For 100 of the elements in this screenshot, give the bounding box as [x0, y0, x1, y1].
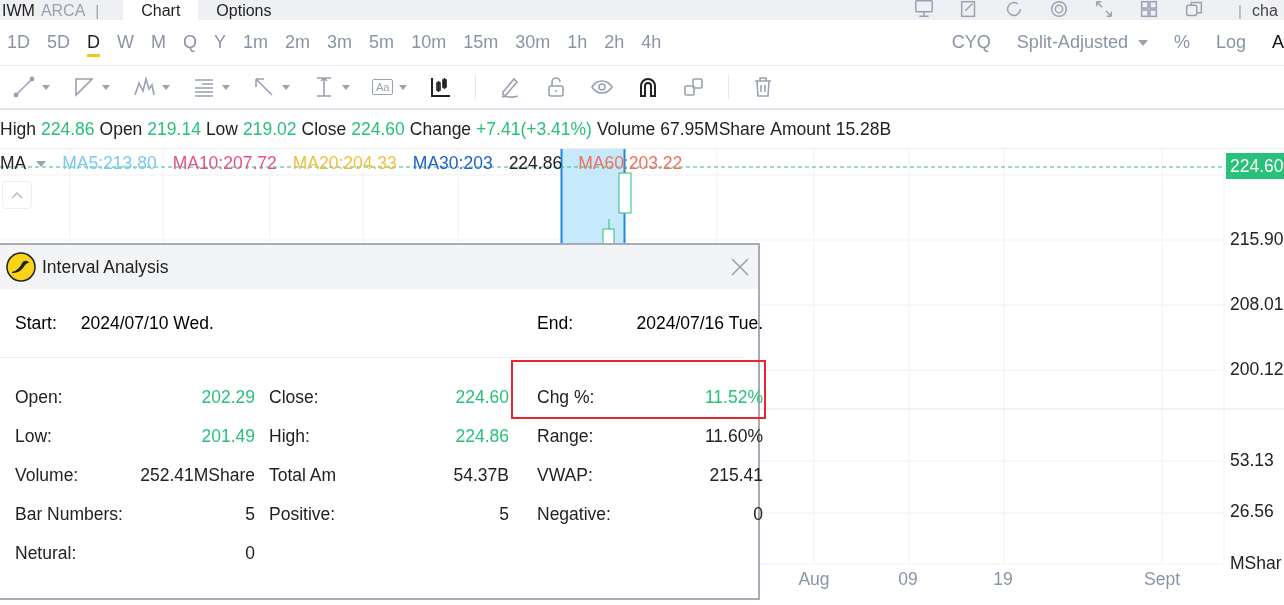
stat-label: Volume: [15, 465, 79, 486]
stat-label: Open: [15, 387, 63, 408]
chart-option[interactable]: % [1173, 32, 1190, 53]
period-tab[interactable]: 30m [515, 28, 551, 57]
caret-icon[interactable] [42, 84, 50, 90]
chevron-up-icon[interactable] [11, 191, 23, 199]
stat-value: 0 [753, 504, 763, 525]
tab[interactable]: Options [198, 0, 290, 20]
account-label[interactable]: cha [1252, 2, 1284, 20]
period-tab[interactable]: 4h [641, 28, 662, 57]
quote-label: Change [409, 118, 472, 140]
monitor-icon[interactable] [913, 0, 936, 20]
quote-value: 219.14 [147, 118, 201, 140]
period-tab[interactable]: 1m [243, 28, 269, 57]
volume-axis-label: 26.56 [1230, 501, 1274, 522]
chart-option[interactable]: A [1272, 32, 1284, 53]
price-axis-label: 215.90 [1230, 229, 1284, 250]
period-tab[interactable]: 10m [411, 28, 447, 57]
chart-option[interactable]: Log [1215, 32, 1246, 53]
time-axis-label: 19 [993, 569, 1013, 590]
quote-label: Volume [596, 118, 656, 140]
quote-label: High [0, 118, 36, 140]
quote-label: Low [205, 118, 238, 140]
last-price-tag: 224.60 [1226, 153, 1284, 179]
stat-label: Negative: [537, 504, 611, 525]
stat-value: 224.86 [455, 426, 509, 447]
volume-axis-label: 53.13 [1230, 450, 1274, 471]
tab[interactable]: Chart [123, 0, 199, 20]
triangle-tool-icon[interactable] [72, 75, 96, 99]
period-tab[interactable]: M [151, 28, 167, 57]
field-label: End: [537, 312, 573, 334]
stat-value: 201.49 [201, 426, 255, 447]
period-tab[interactable]: 3m [327, 28, 353, 57]
start-date: 2024/07/10 Wed. [80, 312, 214, 334]
stat-label: Bar Numbers: [15, 504, 123, 525]
caret-icon[interactable] [399, 84, 408, 90]
quote-value: 15.28B [835, 118, 892, 140]
caret-icon[interactable] [36, 160, 47, 167]
stat-label: Close: [269, 387, 319, 408]
close-icon[interactable] [730, 257, 750, 277]
period-tab[interactable]: 15m [463, 28, 499, 57]
line-tool-icon[interactable] [12, 75, 36, 99]
quote-label: Amount [770, 118, 831, 140]
quote-value: 67.95MShare [660, 118, 766, 140]
caret-icon[interactable] [342, 84, 350, 90]
candlestick [618, 170, 632, 214]
indicator-label[interactable]: MA [0, 153, 27, 174]
stat-value: 5 [499, 504, 509, 525]
caret-icon[interactable] [282, 84, 290, 90]
moving-average-value: MA20:204.33 [292, 153, 397, 174]
chart-option[interactable]: CYQ [951, 32, 991, 53]
volume-unit-label: MShar [1230, 553, 1282, 574]
separator-text: | [95, 2, 100, 20]
time-axis-label: 09 [898, 569, 918, 590]
price-axis-label: 200.12 [1230, 359, 1284, 380]
stat-label: Range: [537, 426, 594, 447]
stat-label: Chg %: [537, 387, 595, 408]
stat-value: 252.41MShare [140, 465, 255, 486]
period-tab[interactable]: 1h [567, 28, 588, 57]
period-tab[interactable]: Q [183, 28, 198, 57]
caret-icon[interactable] [222, 84, 230, 90]
field-label: Start: [15, 312, 57, 334]
period-tab[interactable]: 5m [369, 28, 395, 57]
period-tab[interactable]: D [87, 28, 101, 57]
period-tab[interactable]: 1D [7, 28, 30, 57]
caret-icon[interactable] [102, 84, 110, 90]
exchange-label: ARCA [40, 2, 86, 20]
stat-value: 202.29 [201, 387, 255, 408]
stat-value: 11.52% [704, 387, 763, 408]
stat-value: 11.60% [704, 426, 763, 447]
moving-average-value: MA10:207.72 [172, 153, 277, 174]
stat-value: 54.37B [453, 465, 509, 486]
quote-value: 219.02 [243, 118, 297, 140]
stat-label: VWAP: [537, 465, 593, 486]
end-date: 2024/07/16 Tue. [636, 312, 763, 334]
period-tab[interactable]: 5D [47, 28, 71, 57]
quote-label: Open [99, 118, 143, 140]
separator-text: | [1238, 2, 1242, 20]
adjustment-dropdown[interactable]: Split-Adjusted [1016, 32, 1148, 53]
stat-value: 224.60 [455, 387, 509, 408]
dialog-title: Interval Analysis [42, 256, 169, 278]
stat-label: Positive: [269, 504, 336, 525]
quote-value: 224.86 [41, 118, 95, 140]
quote-value: +7.41(+3.41%) [476, 118, 592, 140]
period-tab[interactable]: 2h [604, 28, 625, 57]
stat-value: 215.41 [709, 465, 763, 486]
stat-label: Low: [15, 426, 52, 447]
moving-average-value: MA5:213.80 [62, 153, 157, 174]
period-tab[interactable]: W [117, 28, 135, 57]
period-tab[interactable]: 2m [285, 28, 311, 57]
collapse-button[interactable] [2, 181, 32, 209]
time-axis-label: Sept [1144, 569, 1180, 590]
quote-value: 224.60 [351, 118, 405, 140]
period-tab[interactable]: Y [214, 28, 227, 57]
text-tool-icon[interactable]: Aa [372, 79, 394, 95]
price-axis-label: 208.01 [1230, 294, 1284, 315]
caret-icon[interactable] [162, 84, 170, 90]
stat-label: High: [269, 426, 310, 447]
quote-label: Close [301, 118, 347, 140]
ticker-symbol: IWM [2, 2, 35, 20]
